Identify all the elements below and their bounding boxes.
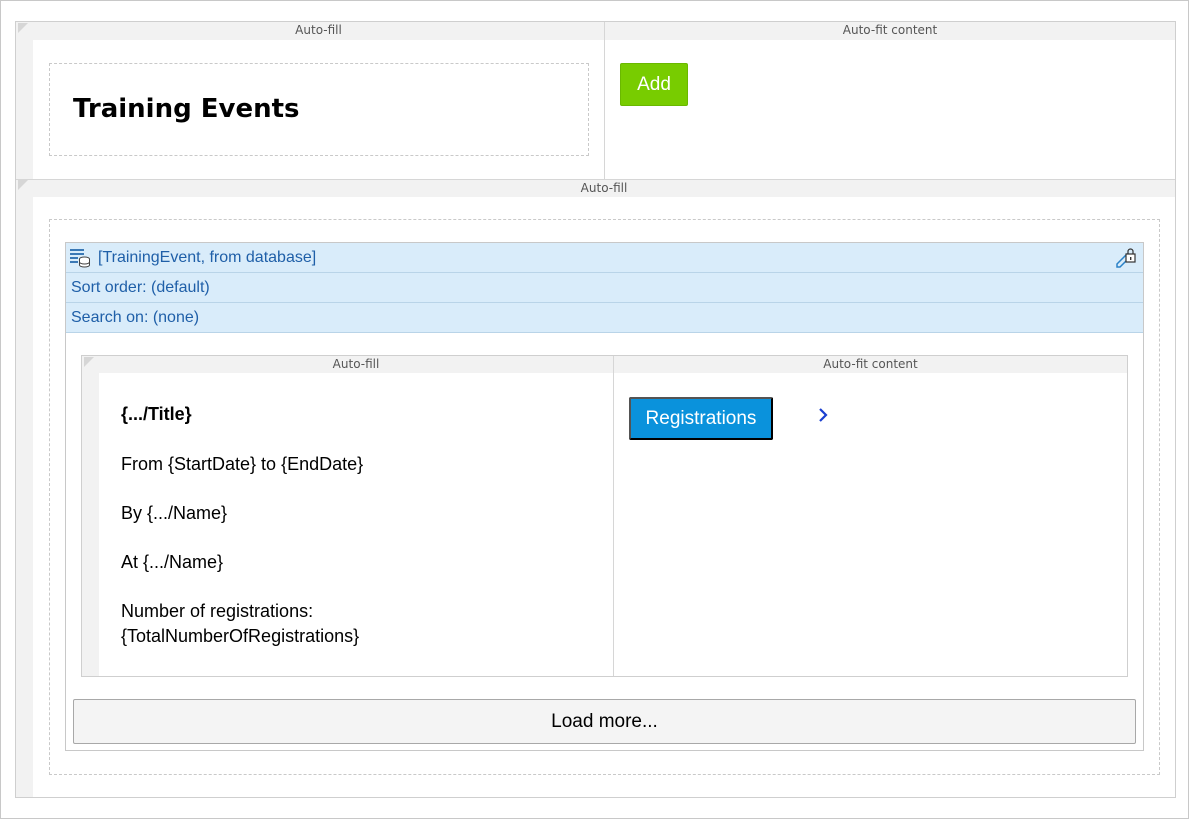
search-on-label[interactable]: Search on: (none) <box>71 303 199 332</box>
page-title: Training Events <box>73 94 300 124</box>
row-gutter <box>82 373 99 676</box>
datasource-row[interactable]: [TrainingEvent, from database] <box>66 243 1143 273</box>
column-label-autofill: Auto-fill <box>580 181 628 195</box>
search-on-row[interactable]: Search on: (none) <box>66 303 1143 333</box>
corner-marker <box>18 180 28 190</box>
column-divider <box>604 22 605 179</box>
sort-order-label[interactable]: Sort order: (default) <box>71 273 210 302</box>
registrations-count-label: Number of registrations: <box>121 601 314 621</box>
database-list-icon <box>70 249 90 268</box>
column-label-autofit: Auto-fit content <box>842 23 938 37</box>
load-more-button[interactable]: Load more... <box>73 699 1136 744</box>
lock-edit-icon[interactable] <box>1115 246 1137 268</box>
column-label-autofill: Auto-fill <box>295 23 342 37</box>
row-gutter <box>16 197 33 797</box>
row-gutter <box>16 40 33 179</box>
sort-order-row[interactable]: Sort order: (default) <box>66 273 1143 303</box>
dates-field: From {StartDate} to {EndDate} <box>121 454 364 474</box>
registrations-count-field: {TotalNumberOfRegistrations} <box>121 626 360 646</box>
registrations-button[interactable]: Registrations <box>629 397 773 440</box>
datasource-label[interactable]: [TrainingEvent, from database] <box>98 243 316 272</box>
title-field: {.../Title} <box>121 404 192 424</box>
corner-marker <box>84 357 94 367</box>
add-button[interactable]: Add <box>620 63 688 106</box>
column-label-autofit: Auto-fit content <box>823 357 918 371</box>
column-label-autofill: Auto-fill <box>332 357 380 371</box>
column-divider <box>613 356 614 676</box>
corner-marker <box>18 23 28 33</box>
location-field: At {.../Name} <box>121 552 224 572</box>
organizer-field: By {.../Name} <box>121 503 228 523</box>
chevron-right-icon[interactable] <box>815 403 831 427</box>
